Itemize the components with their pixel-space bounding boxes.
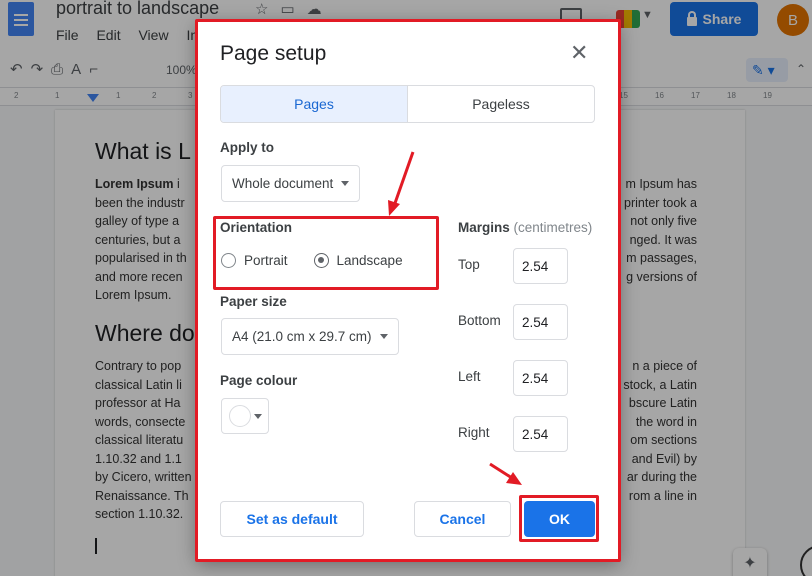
margin-left-input[interactable]: 2.54 [513,360,568,396]
page-colour-picker[interactable] [221,398,269,434]
paper-size-select[interactable]: A4 (21.0 cm x 29.7 cm) [221,318,399,355]
margins-label: Margins (centimetres) [458,220,592,235]
margins-title: Margins [458,220,510,235]
page-setup-dialog: Page setup ✕ Pages Pageless Apply to Who… [196,20,620,561]
apply-to-label: Apply to [220,140,274,155]
ok-button[interactable]: OK [524,501,595,537]
chevron-down-icon [341,181,350,186]
margin-top-input[interactable]: 2.54 [513,248,568,284]
tab-pages[interactable]: Pages [221,86,408,122]
chevron-down-icon [254,414,262,419]
margin-bottom-input[interactable]: 2.54 [513,304,568,340]
margin-bottom-label: Bottom [458,313,501,328]
margins-unit: (centimetres) [513,220,593,235]
portrait-label[interactable]: Portrait [244,253,288,268]
margin-right-input[interactable]: 2.54 [513,416,568,452]
page-colour-label: Page colour [220,373,298,388]
colour-swatch [229,405,251,427]
set-default-button[interactable]: Set as default [220,501,364,537]
apply-to-value: Whole document [232,176,334,191]
margin-right-label: Right [458,425,490,440]
close-icon[interactable]: ✕ [570,42,588,64]
chevron-down-icon [379,334,388,339]
landscape-radio[interactable] [313,253,329,268]
portrait-radio[interactable] [221,253,236,268]
orientation-group: Portrait Landscape [221,253,403,268]
paper-size-value: A4 (21.0 cm x 29.7 cm) [232,329,372,344]
margin-left-label: Left [458,369,481,384]
paper-size-label: Paper size [220,294,287,309]
cancel-button[interactable]: Cancel [414,501,511,537]
landscape-label[interactable]: Landscape [337,253,403,268]
tab-pageless[interactable]: Pageless [408,86,594,122]
margin-top-label: Top [458,257,480,272]
apply-to-select[interactable]: Whole document [221,165,360,202]
annotation-arrow-icon [388,151,415,216]
annotation-arrow-icon [489,462,522,485]
orientation-label: Orientation [220,220,293,235]
format-tabs: Pages Pageless [220,85,595,123]
dialog-title: Page setup [220,42,327,65]
